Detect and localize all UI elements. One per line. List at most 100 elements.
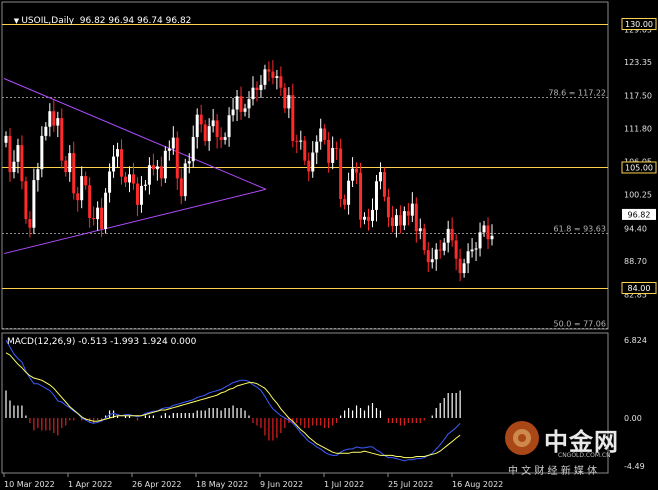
candle-body	[438, 249, 442, 251]
price-tick-label: 111.80	[624, 124, 652, 133]
date-label: 25 Jul 2022	[388, 480, 433, 489]
candle-body	[191, 137, 195, 162]
candle-body	[323, 128, 327, 140]
watermark	[505, 421, 539, 455]
candle-body	[370, 209, 374, 221]
candle-body	[219, 137, 223, 140]
candle-body	[12, 161, 16, 173]
candle-body	[355, 168, 359, 173]
candle-body	[458, 258, 462, 274]
candle-body	[295, 141, 299, 143]
level-label: 84.00	[628, 284, 651, 293]
price-tick-label: 94.40	[624, 224, 647, 233]
candle-body	[251, 87, 255, 100]
candle-body	[80, 176, 84, 201]
candle-body	[56, 118, 60, 126]
candle-body	[52, 111, 56, 126]
candle-body	[267, 69, 271, 72]
candle-body	[470, 249, 474, 252]
candle-body	[367, 216, 371, 221]
candle-body	[275, 76, 279, 78]
candle-body	[430, 259, 434, 263]
candle-body	[40, 135, 44, 170]
candle-body	[116, 149, 120, 157]
candle-body	[24, 181, 28, 220]
candle-body	[143, 184, 147, 186]
candle-body	[28, 219, 32, 228]
candle-body	[155, 166, 159, 170]
macd-title: MACD(12,26,9) -0.513 -1.993 1.924 0.000	[7, 337, 197, 347]
candle-body	[331, 147, 335, 163]
chart-canvas: 78.6 = 117.22 61.8 = 93.63 50.0 = 77.06 12…	[1, 1, 657, 489]
candle-body	[127, 174, 131, 183]
candle-body	[243, 108, 247, 112]
candle-body	[96, 207, 100, 220]
candle-body	[454, 240, 458, 259]
candle-body	[247, 99, 251, 109]
candle-body	[108, 171, 112, 193]
candle-body	[112, 156, 116, 172]
price-tick-label: 88.70	[624, 257, 647, 266]
candle-body	[163, 150, 167, 179]
candle-body	[418, 228, 422, 232]
candle-body	[378, 172, 382, 182]
candle-body	[283, 87, 287, 109]
candle-body	[414, 203, 418, 232]
candle-body	[311, 152, 315, 172]
candle-body	[287, 95, 291, 109]
candle-body	[199, 114, 203, 125]
candle-body	[195, 114, 199, 138]
candle-body	[76, 193, 80, 201]
candle-body	[466, 251, 470, 264]
date-label: 26 Apr 2022	[132, 480, 181, 489]
candle-body	[16, 145, 20, 162]
candle-body	[462, 263, 466, 274]
price-tick-label: 100.25	[624, 191, 652, 200]
candle-body	[351, 168, 355, 181]
candle-body	[203, 124, 207, 142]
macd-tick-label: -4.49	[624, 462, 645, 471]
candle-body	[363, 216, 367, 220]
candle-body	[315, 141, 319, 153]
candle-body	[235, 96, 239, 110]
watermark-slogan: 中 文 财 经 新 媒 体	[508, 466, 598, 477]
candle-body	[327, 139, 331, 163]
candle-body	[255, 87, 259, 90]
candle-body	[36, 169, 40, 181]
candle-body	[187, 161, 191, 164]
price-panel	[1, 1, 609, 330]
fib-level-label: 50.0 = 77.06	[553, 320, 606, 329]
candle-body	[223, 137, 227, 140]
macd-tick-label: 0.00	[624, 414, 642, 423]
candle-body	[259, 84, 263, 90]
candle-body	[171, 137, 175, 149]
candle-body	[4, 135, 8, 143]
candle-body	[183, 163, 187, 197]
candle-body	[486, 225, 490, 240]
candle-body	[279, 76, 283, 88]
candle-body	[44, 126, 48, 136]
candle-body	[426, 250, 430, 263]
candle-body	[382, 172, 386, 197]
candle-body	[422, 228, 426, 251]
candle-body	[147, 165, 151, 185]
candle-body	[450, 228, 454, 241]
candle-body	[175, 137, 179, 179]
date-label: 10 Mar 2022	[4, 480, 55, 489]
fib-level-label: 61.8 = 93.63	[553, 225, 606, 234]
candle-body	[211, 120, 215, 127]
candle-body	[88, 185, 92, 218]
candle-body	[92, 217, 96, 220]
candle-body	[299, 140, 303, 142]
candle-body	[64, 160, 68, 173]
candle-body	[303, 140, 307, 161]
date-label: 1 Jul 2022	[324, 480, 364, 489]
candle-body	[359, 172, 363, 220]
symbol-title: ▼ USOIL,Daily 96.82 96.94 96.74 96.82	[8, 6, 192, 26]
candle-body	[20, 145, 24, 182]
price-tick-label: 117.50	[624, 92, 652, 101]
candle-body	[167, 148, 171, 151]
candle-body	[72, 153, 76, 194]
watermark-site: CNGOLD.COM.CN	[558, 452, 611, 459]
candle-body	[32, 180, 36, 228]
